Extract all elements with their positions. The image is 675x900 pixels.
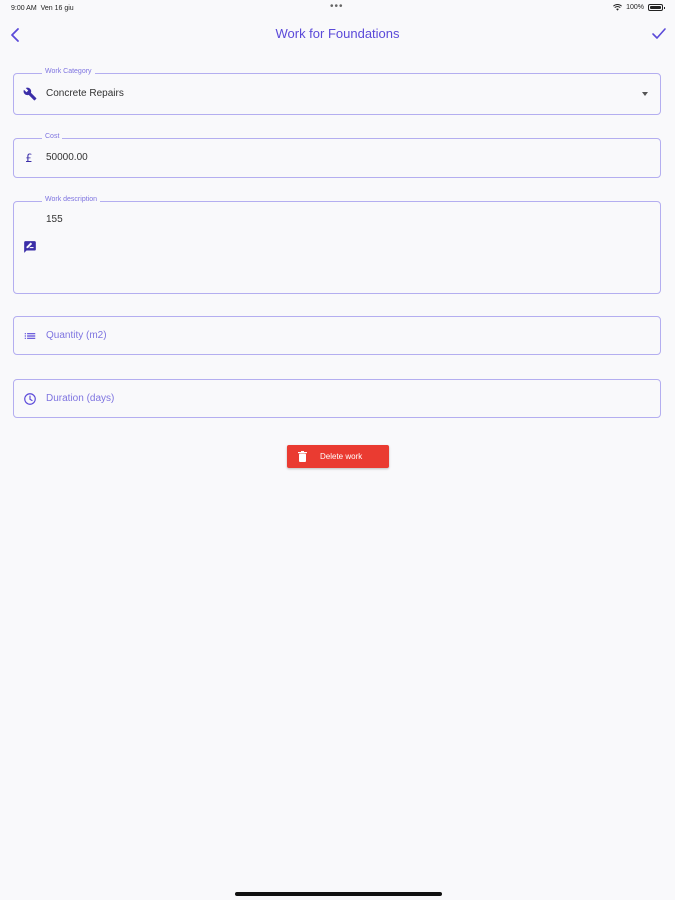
work-category-label: Work Category (42, 68, 95, 75)
status-right: 100% (613, 4, 665, 11)
status-time: 9:00 AM Ven 16 giu (11, 5, 74, 12)
quantity-placeholder: Quantity (m2) (46, 330, 107, 341)
cost-field[interactable]: Cost £ 50000.00 (13, 133, 661, 178)
wifi-icon (613, 4, 623, 11)
work-category-value: Concrete Repairs (46, 88, 124, 99)
trash-icon (298, 451, 307, 462)
home-indicator[interactable] (235, 892, 442, 896)
svg-text:£: £ (25, 152, 32, 165)
pound-sterling-icon: £ (25, 152, 32, 165)
work-description-label: Work description (42, 196, 101, 203)
status-bar: 9:00 AM Ven 16 giu ••• 100% (0, 0, 675, 18)
wrench-icon (23, 87, 37, 101)
cost-value: 50000.00 (46, 152, 88, 163)
quantity-field[interactable]: Quantity (m2) (13, 316, 661, 355)
battery-percent: 100% (626, 4, 644, 11)
checkmark-icon[interactable] (651, 25, 667, 43)
dropdown-arrow-icon[interactable] (642, 92, 648, 96)
list-icon (24, 333, 36, 339)
duration-field[interactable]: Duration (days) (13, 379, 661, 418)
page-title: Work for Foundations (275, 26, 400, 41)
status-date: Ven 16 giu (40, 5, 74, 12)
multitasking-dots-icon[interactable]: ••• (330, 1, 344, 12)
navigation-bar: Work for Foundations (0, 18, 675, 52)
battery-icon (648, 4, 665, 11)
work-description-value: 155 (46, 214, 63, 225)
work-description-field[interactable]: Work description 155 (13, 196, 661, 294)
clock-icon (24, 393, 36, 405)
duration-placeholder: Duration (days) (46, 393, 115, 404)
cost-label: Cost (42, 133, 63, 140)
delete-work-label: Delete work (320, 452, 363, 461)
delete-work-button[interactable]: Delete work (287, 445, 389, 468)
edit-description-icon (24, 241, 36, 253)
work-category-select[interactable]: Work Category Concrete Repairs (13, 68, 661, 115)
